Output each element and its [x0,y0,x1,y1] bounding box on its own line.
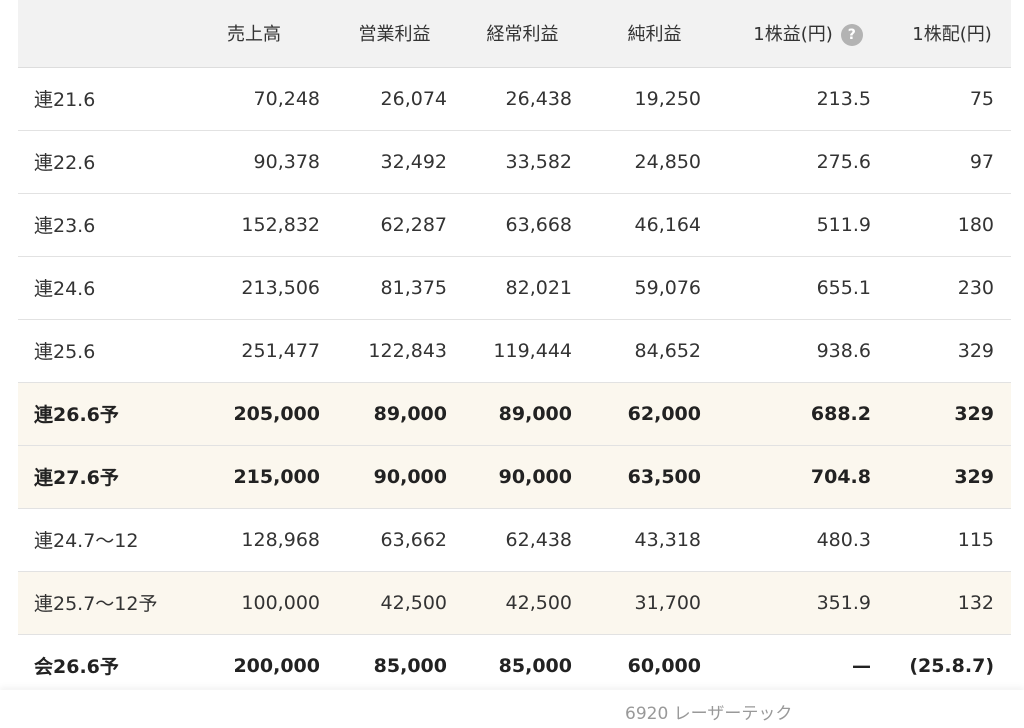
header-period [18,0,178,68]
cell-sales: 100,000 [178,571,330,635]
cell-dividend: 75 [893,67,1011,131]
cell-period: 会26.6予 [34,656,119,679]
cell-ordinary-profit: 26,438 [459,67,586,131]
cell-ordinary-profit: 85,000 [498,654,572,677]
help-icon[interactable]: ? [840,24,863,47]
table-header-row: 売上高 営業利益 経常利益 純利益 1株益(円)? 1株配(円) [18,0,1011,68]
table-row: 連25.6 251,477 122,843 119,444 84,652 938… [18,319,1011,383]
table-row: 連22.6 90,378 32,492 33,582 24,850 275.6 … [18,130,1011,194]
cell-operating-profit: 26,074 [330,67,459,131]
cell-operating-profit: 122,843 [330,319,459,383]
cell-eps: 480.3 [723,508,893,572]
page: 売上高 営業利益 経常利益 純利益 1株益(円)? 1株配(円) 連21.6 7… [0,0,1024,728]
header-eps: 1株益(円)? [723,0,893,68]
cell-ordinary-profit: 62,438 [459,508,586,572]
cell-sales: 128,968 [178,508,330,572]
cell-eps: 938.6 [723,319,893,383]
cell-eps: 275.6 [723,130,893,194]
cell-dividend: 329 [893,319,1011,383]
cell-period: 連25.6 [18,319,178,383]
cell-operating-profit: 42,500 [330,571,459,635]
cell-eps: 351.9 [723,571,893,635]
cell-ordinary-profit: 89,000 [459,382,586,446]
financial-results-table: 売上高 営業利益 経常利益 純利益 1株益(円)? 1株配(円) 連21.6 7… [18,0,1011,697]
cell-net-profit: 31,700 [586,571,723,635]
table-row: 連23.6 152,832 62,287 63,668 46,164 511.9… [18,193,1011,257]
cell-net-profit: 63,500 [586,445,723,509]
cell-ordinary-profit: 63,668 [459,193,586,257]
cell-net-profit: 84,652 [586,319,723,383]
cell-period: 連21.6 [18,67,178,131]
cell-ordinary-profit: 82,021 [459,256,586,320]
header-dividend: 1株配(円) [893,0,1011,68]
table-row: 連24.7～12 128,968 63,662 62,438 43,318 48… [18,508,1011,572]
header-sales: 売上高 [178,0,330,68]
company-footer-label: 6920 レーザーテック [625,704,793,724]
table-row: 連24.6 213,506 81,375 82,021 59,076 655.1… [18,256,1011,320]
cell-net-profit: 62,000 [586,382,723,446]
cell-operating-profit: 63,662 [330,508,459,572]
cell-eps: 688.2 [723,382,893,446]
cell-sales: 205,000 [178,382,330,446]
cell-eps: 213.5 [723,67,893,131]
cell-eps: 655.1 [723,256,893,320]
cell-period: 連22.6 [18,130,178,194]
cell-sales: 70,248 [178,67,330,131]
cell-ordinary-profit: 42,500 [459,571,586,635]
cell-sales: 251,477 [178,319,330,383]
table-row-forecast: 連25.7～12予 100,000 42,500 42,500 31,700 3… [18,571,1011,635]
cell-period: 連23.6 [18,193,178,257]
cell-dividend: 97 [893,130,1011,194]
cell-sales: 213,506 [178,256,330,320]
cell-operating-profit: 62,287 [330,193,459,257]
cell-operating-profit: 32,492 [330,130,459,194]
cell-operating-profit: 81,375 [330,256,459,320]
table-row: 連21.6 70,248 26,074 26,438 19,250 213.5 … [18,67,1011,131]
table-row-forecast: 連27.6予 215,000 90,000 90,000 63,500 704.… [18,445,1011,509]
cell-eps: 511.9 [723,193,893,257]
cell-dividend: 115 [893,508,1011,572]
header-eps-label: 1株益(円) [753,24,833,46]
cell-sales: 215,000 [178,445,330,509]
cell-dividend: 132 [893,571,1011,635]
cell-period: 連27.6予 [18,445,178,509]
cell-dividend: 329 [893,445,1011,509]
cell-eps: 704.8 [723,445,893,509]
cell-eps: — [852,654,871,677]
cell-ordinary-profit: 90,000 [459,445,586,509]
cell-ordinary-profit: 33,582 [459,130,586,194]
cell-sales: 90,378 [178,130,330,194]
cell-operating-profit: 90,000 [330,445,459,509]
cell-net-profit: 19,250 [586,67,723,131]
cell-net-profit: 43,318 [586,508,723,572]
cell-period: 連26.6予 [18,382,178,446]
cell-net-profit: 59,076 [586,256,723,320]
cell-sales: 200,000 [233,654,320,677]
cell-net-profit: 24,850 [586,130,723,194]
cell-period: 連24.6 [18,256,178,320]
cell-operating-profit: 85,000 [373,654,447,677]
cell-period: 連24.7～12 [18,508,178,572]
cell-dividend: (25.8.7) [909,654,994,677]
header-operating-profit: 営業利益 [330,0,459,68]
table-row-forecast: 連26.6予 205,000 89,000 89,000 62,000 688.… [18,382,1011,446]
header-net-profit: 純利益 [586,0,723,68]
cell-ordinary-profit: 119,444 [459,319,586,383]
header-ordinary-profit: 経常利益 [459,0,586,68]
cell-dividend: 230 [893,256,1011,320]
cell-net-profit: 46,164 [586,193,723,257]
cell-operating-profit: 89,000 [330,382,459,446]
cell-sales: 152,832 [178,193,330,257]
cell-dividend: 180 [893,193,1011,257]
cell-net-profit: 60,000 [627,654,701,677]
cell-period: 連25.7～12予 [18,571,178,635]
table-row-company-forecast: 会26.6予 200,000 85,000 85,000 60,000 — (2… [18,634,1011,697]
cell-dividend: 329 [893,382,1011,446]
bottom-bar [0,690,1024,728]
